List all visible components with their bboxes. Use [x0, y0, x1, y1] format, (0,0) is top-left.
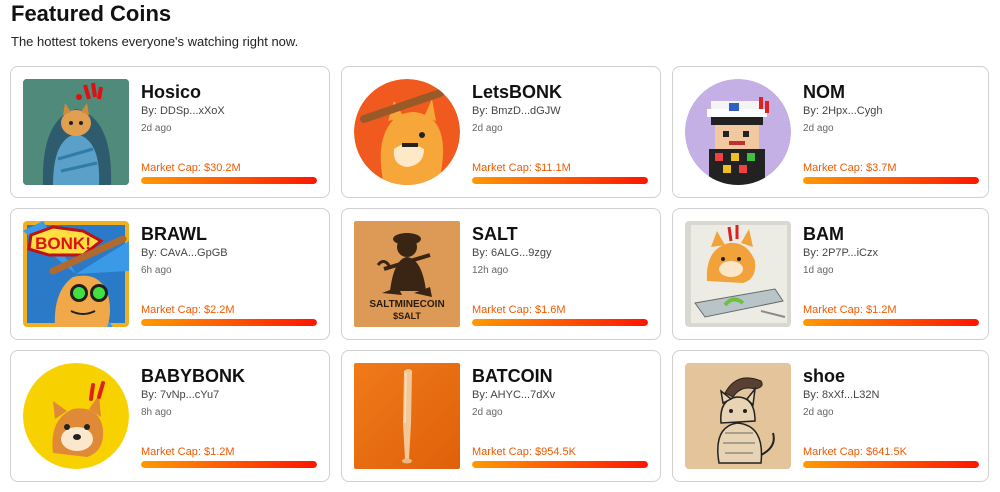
- bonk-text: BONK!: [35, 234, 91, 253]
- coin-name: NOM: [803, 82, 845, 102]
- coin-market-cap: Market Cap: $11.1M: [472, 162, 571, 174]
- progress-fill: [803, 461, 979, 468]
- cat-blanket-icon: [23, 79, 129, 185]
- page-subtitle: The hottest tokens everyone's watching r…: [11, 34, 299, 49]
- page-title: Featured Coins: [11, 1, 172, 26]
- coin-market-cap: Market Cap: $954.5K: [472, 446, 576, 458]
- coin-market-cap: Market Cap: $1.6M: [472, 304, 566, 316]
- dog-drawing-icon: [685, 221, 791, 327]
- coin-card-bam[interactable]: BAM By: 2P7P...iCzx 1d ago Market Cap: $…: [672, 208, 989, 340]
- progress-fill: [472, 177, 648, 184]
- coin-card-letsbonk[interactable]: LetsBONK By: BmzD...dGJW 2d ago Market C…: [341, 66, 661, 198]
- dog-bat-icon: [354, 79, 460, 185]
- coin-age: 2d ago: [803, 407, 834, 418]
- market-cap-progress-bar: [141, 177, 317, 184]
- baby-dog-icon: [23, 363, 129, 469]
- coin-age: 8h ago: [141, 407, 172, 418]
- coin-age: 1d ago: [803, 265, 834, 276]
- coin-age: 2d ago: [472, 123, 503, 134]
- coin-name: Hosico: [141, 82, 202, 102]
- coin-name: BRAWL: [141, 224, 207, 244]
- coin-name: shoe: [803, 366, 846, 386]
- coin-card-nom[interactable]: NOM By: 2Hpx...Cygh 2d ago Market Cap: $…: [672, 66, 989, 198]
- coin-market-cap: Market Cap: $641.5K: [803, 446, 907, 458]
- coin-market-cap: Market Cap: $2.2M: [141, 304, 235, 316]
- coin-name: BATCOIN: [472, 366, 553, 386]
- saltminecoin-text: SALTMINECOIN: [369, 299, 444, 310]
- coin-market-cap: Market Cap: $1.2M: [141, 446, 235, 458]
- progress-fill: [803, 177, 979, 184]
- progress-fill: [472, 319, 648, 326]
- coin-creator: By: BmzD...dGJW: [472, 105, 561, 117]
- market-cap-progress-bar: [803, 177, 979, 184]
- coin-name: LetsBONK: [472, 82, 563, 102]
- coin-market-cap: Market Cap: $1.2M: [803, 304, 897, 316]
- salt-ticker-text: $SALT: [393, 311, 421, 321]
- coin-creator: By: 7vNp...cYu7: [141, 389, 220, 401]
- coin-creator: By: 2P7P...iCzx: [803, 247, 878, 259]
- coin-creator: By: DDSp...xXoX: [141, 105, 225, 117]
- progress-fill: [141, 177, 317, 184]
- market-cap-progress-bar: [472, 177, 648, 184]
- coin-creator: By: 6ALG...9zgy: [472, 247, 552, 259]
- progress-fill: [141, 461, 317, 468]
- coin-market-cap: Market Cap: $3.7M: [803, 162, 897, 174]
- featured-coins-grid: Hosico By: DDSp...xXoX 2d ago Market Cap…: [10, 66, 989, 482]
- coin-card-hosico[interactable]: Hosico By: DDSp...xXoX 2d ago Market Cap…: [10, 66, 330, 198]
- coin-creator: By: 8xXf...L32N: [803, 389, 880, 401]
- pixel-character-icon: [685, 79, 791, 185]
- coin-age: 2d ago: [141, 123, 172, 134]
- coin-creator: By: AHYC...7dXv: [472, 389, 556, 401]
- coin-age: 2d ago: [803, 123, 834, 134]
- market-cap-progress-bar: [472, 319, 648, 326]
- market-cap-progress-bar: [472, 461, 648, 468]
- bonk-comic-dog-icon: BONK!: [23, 221, 129, 327]
- coin-name: SALT: [472, 224, 518, 244]
- coin-creator: By: 2Hpx...Cygh: [803, 105, 883, 117]
- market-cap-progress-bar: [803, 461, 979, 468]
- coin-age: 12h ago: [472, 265, 509, 276]
- progress-fill: [803, 319, 979, 326]
- cat-sketch-icon: [685, 363, 791, 469]
- coin-card-brawl[interactable]: BONK! BRAWL By: CAvA...GpGB 6h ago Marke…: [10, 208, 330, 340]
- market-cap-progress-bar: [803, 319, 979, 326]
- coin-market-cap: Market Cap: $30.2M: [141, 162, 241, 174]
- coin-card-batcoin[interactable]: BATCOIN By: AHYC...7dXv 2d ago Market Ca…: [341, 350, 661, 482]
- coin-card-salt[interactable]: SALTMINECOIN $SALT SALT By: 6ALG...9zgy …: [341, 208, 661, 340]
- market-cap-progress-bar: [141, 319, 317, 326]
- baseball-bat-icon: [354, 363, 460, 469]
- coin-card-babybonk[interactable]: BABYBONK By: 7vNp...cYu7 8h ago Market C…: [10, 350, 330, 482]
- market-cap-progress-bar: [141, 461, 317, 468]
- coin-card-shoe[interactable]: shoe By: 8xXf...L32N 2d ago Market Cap: …: [672, 350, 989, 482]
- coin-name: BABYBONK: [141, 366, 246, 386]
- progress-fill: [472, 461, 648, 468]
- coin-name: BAM: [803, 224, 844, 244]
- coin-creator: By: CAvA...GpGB: [141, 247, 228, 259]
- coin-age: 6h ago: [141, 265, 172, 276]
- coin-age: 2d ago: [472, 407, 503, 418]
- progress-fill: [141, 319, 317, 326]
- salt-miner-icon: SALTMINECOIN $SALT: [354, 221, 460, 327]
